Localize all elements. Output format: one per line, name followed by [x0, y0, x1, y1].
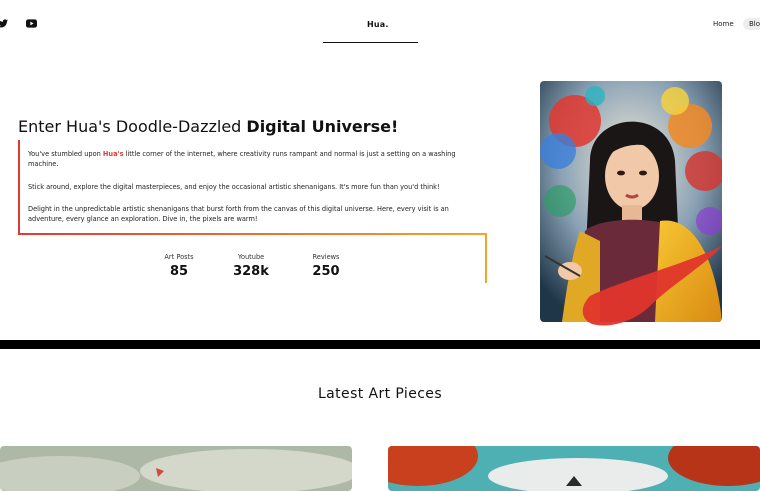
stat-label: Art Posts	[164, 253, 194, 261]
hero-portrait-image	[540, 81, 722, 326]
hero-title: Enter Hua's Doodle-Dazzled Digital Unive…	[18, 117, 398, 136]
stat-label: Youtube	[237, 253, 265, 261]
intro-paragraph-1: You've stumbled upon Hua's little corner…	[28, 149, 468, 169]
stat-youtube: Youtube 328k	[216, 253, 286, 279]
intro-paragraph-3: Delight in the unpredictable artistic sh…	[28, 205, 449, 223]
hua-highlight: Hua's	[102, 150, 124, 158]
intro-frame-bottom	[18, 233, 487, 235]
section-divider	[0, 340, 760, 349]
intro-paragraph-2: Stick around, explore the digital master…	[28, 183, 440, 191]
art-thumbnail-1	[0, 446, 352, 491]
stat-reviews: Reviews 250	[291, 253, 361, 279]
hero-title-bold: Digital Universe!	[246, 117, 399, 136]
art-card-2[interactable]	[388, 446, 760, 491]
intro-frame-right	[485, 233, 487, 283]
art-card-1[interactable]	[0, 446, 352, 491]
hero-title-prefix: Enter Hua's Doodle-Dazzled	[18, 117, 247, 136]
nav-blog[interactable]: Blo	[743, 18, 760, 30]
intro-frame-left	[18, 140, 20, 234]
top-navigation: Hua. Home Blo	[0, 0, 760, 48]
twitter-icon[interactable]	[0, 19, 8, 28]
brand-underline	[323, 42, 418, 43]
latest-art-heading: Latest Art Pieces	[317, 386, 443, 402]
brand-logo[interactable]: Hua.	[367, 20, 389, 29]
youtube-icon[interactable]	[26, 19, 37, 28]
stat-art-posts: Art Posts 85	[144, 253, 214, 279]
stat-label: Reviews	[312, 253, 340, 261]
stat-value: 85	[169, 264, 189, 279]
p1-before: You've stumbled upon	[28, 150, 103, 158]
art-thumbnail-2	[388, 446, 760, 491]
nav-home[interactable]: Home	[713, 20, 734, 28]
stat-value: 250	[312, 264, 340, 279]
stat-value: 328k	[233, 264, 269, 279]
